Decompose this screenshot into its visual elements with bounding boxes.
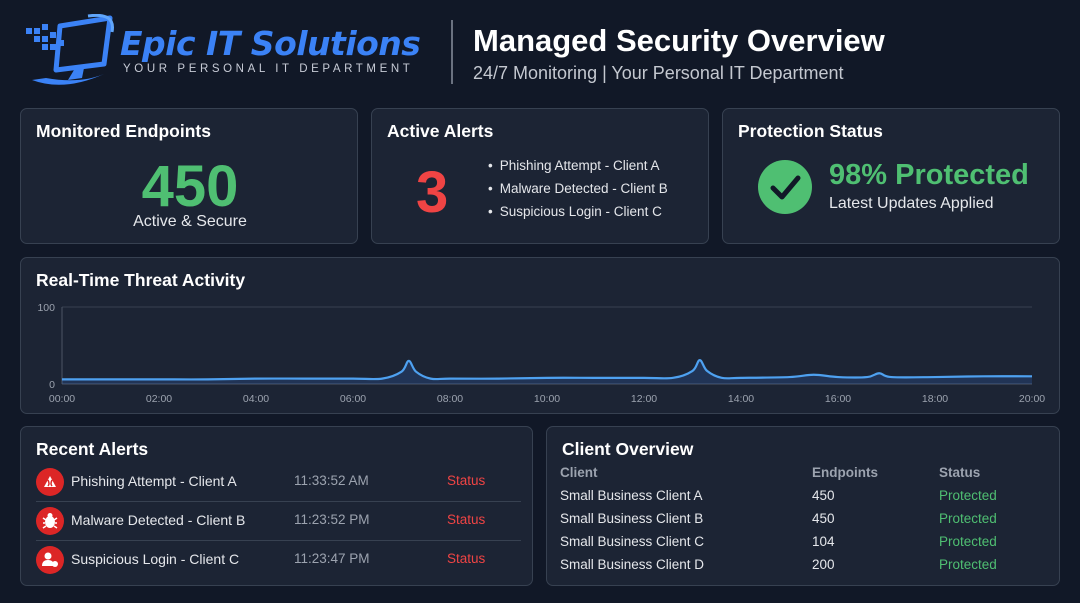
- protection-subtitle: Latest Updates Applied: [829, 195, 994, 212]
- endpoint-subtitle: Active & Secure: [133, 213, 247, 230]
- x-tick-label: 18:00: [922, 393, 948, 405]
- x-tick-label: 00:00: [49, 393, 75, 405]
- y-tick-label: 0: [49, 379, 55, 391]
- alert-label: Suspicious Login - Client C: [71, 551, 240, 567]
- alert-count: 3: [416, 160, 449, 225]
- page-title: Managed Security Overview: [473, 23, 885, 58]
- client-name[interactable]: Small Business Client A: [560, 488, 703, 503]
- page-subtitle: 24/7 Monitoring | Your Personal IT Depar…: [473, 63, 844, 83]
- alert-row[interactable]: Malware Detected - Client B 11:23:52 PM …: [36, 502, 521, 541]
- alert-list-item[interactable]: Suspicious Login - Client C: [488, 204, 668, 227]
- x-tick-label: 10:00: [534, 393, 560, 405]
- alert-time: 11:23:47 PM: [294, 551, 370, 566]
- alert-status-link[interactable]: Status: [447, 551, 485, 566]
- alert-time: 11:23:52 PM: [294, 512, 370, 527]
- client-name[interactable]: Small Business Client B: [560, 511, 703, 526]
- client-status: Protected: [939, 511, 997, 526]
- malware-bug-icon: [36, 507, 64, 535]
- x-tick-label: 14:00: [728, 393, 754, 405]
- header: Epic IT Solutions YOUR PERSONAL IT DEPAR…: [0, 0, 1080, 100]
- active-alerts-card: Active Alerts 3 Phishing Attempt - Clien…: [371, 108, 709, 244]
- brand-name: Epic IT Solutions: [120, 24, 421, 63]
- recent-alerts-card: Recent Alerts Phishing Attempt - Client …: [20, 426, 533, 586]
- phishing-hook-icon: [36, 468, 64, 496]
- client-endpoints: 200: [812, 557, 835, 572]
- endpoint-count: 450: [141, 154, 239, 219]
- card-title: Recent Alerts: [36, 439, 149, 459]
- alert-label: Phishing Attempt - Client A: [71, 473, 237, 489]
- x-tick-label: 16:00: [825, 393, 851, 405]
- client-endpoints: 450: [812, 488, 835, 503]
- column-header-status: Status: [939, 465, 981, 480]
- threat-activity-chart: 100 0 00:00 02:00 04:00 06:00 08:00 10:00 12:00 1…: [37, 302, 1045, 405]
- card-title: Protection Status: [738, 121, 883, 141]
- check-circle-icon: [758, 160, 812, 214]
- y-tick-label: 100: [37, 302, 55, 314]
- column-header-client: Client: [560, 465, 598, 480]
- x-tick-label: 08:00: [437, 393, 463, 405]
- client-endpoints: 104: [812, 534, 835, 549]
- alert-status-link[interactable]: Status: [447, 473, 485, 488]
- card-title: Active Alerts: [387, 121, 494, 141]
- client-overview-card: Client Overview Client Endpoints Status …: [546, 426, 1060, 586]
- card-title: Monitored Endpoints: [36, 121, 211, 141]
- card-title: Client Overview: [562, 439, 694, 459]
- header-divider: [451, 20, 453, 84]
- protection-status-card: Protection Status 98% Protected Latest U…: [722, 108, 1060, 244]
- column-header-endpoints: Endpoints: [812, 465, 878, 480]
- monitored-endpoints-card: Monitored Endpoints 450 Active & Secure: [20, 108, 358, 244]
- alert-list-item[interactable]: Phishing Attempt - Client A: [488, 158, 668, 181]
- x-tick-label: 04:00: [243, 393, 269, 405]
- client-status: Protected: [939, 534, 997, 549]
- user-login-icon: [36, 546, 64, 574]
- client-status: Protected: [939, 488, 997, 503]
- client-status: Protected: [939, 557, 997, 572]
- x-tick-label: 02:00: [146, 393, 172, 405]
- alert-row[interactable]: Phishing Attempt - Client A 11:33:52 AM …: [36, 463, 521, 502]
- client-endpoints: 450: [812, 511, 835, 526]
- x-tick-label: 12:00: [631, 393, 657, 405]
- alert-row[interactable]: Suspicious Login - Client C 11:23:47 PM …: [36, 541, 521, 580]
- client-name[interactable]: Small Business Client C: [560, 534, 704, 549]
- alert-time: 11:33:52 AM: [294, 473, 369, 488]
- protection-value: 98% Protected: [829, 159, 1029, 191]
- threat-activity-card: Real-Time Threat Activity 100 0 00:00 02:00…: [20, 257, 1060, 414]
- alert-status-link[interactable]: Status: [447, 512, 485, 527]
- x-tick-label: 06:00: [340, 393, 366, 405]
- alert-label: Malware Detected - Client B: [71, 512, 246, 528]
- x-tick-label: 20:00: [1019, 393, 1045, 405]
- threat-series-line: [61, 359, 1033, 381]
- alert-list: Phishing Attempt - Client A Malware Dete…: [488, 158, 668, 227]
- client-name[interactable]: Small Business Client D: [560, 557, 704, 572]
- alert-list-item[interactable]: Malware Detected - Client B: [488, 181, 668, 204]
- brand-tagline: YOUR PERSONAL IT DEPARTMENT: [123, 63, 414, 75]
